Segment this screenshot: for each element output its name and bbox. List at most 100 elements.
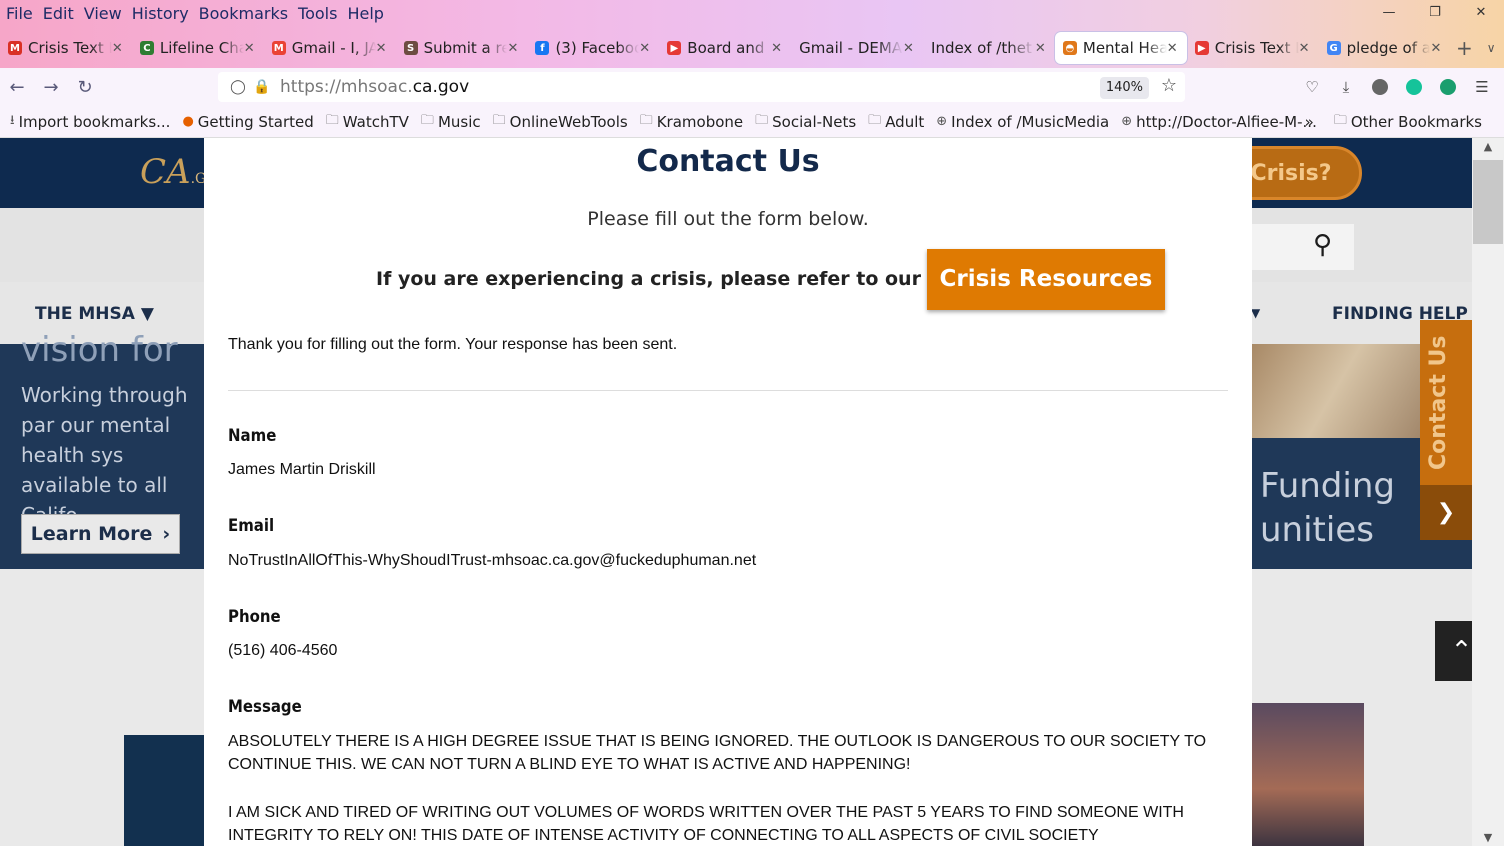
browser-tab[interactable]: C Lifeline Cha ✕ — [132, 32, 264, 64]
scroll-up-icon[interactable]: ▲ — [1472, 140, 1504, 153]
forward-icon[interactable]: → — [34, 77, 68, 98]
browser-tab[interactable]: Gmail - DEMA ✕ — [791, 32, 923, 64]
globe-icon: ⊕ — [936, 114, 948, 129]
browser-tab[interactable]: M Gmail - I, JA ✕ — [264, 32, 396, 64]
tab-favicon-icon: M — [8, 41, 22, 55]
bookmark-item[interactable]: ⊕ Index of /MusicMedia — [936, 113, 1109, 131]
crisis-resources-button[interactable]: Crisis Resources — [926, 248, 1165, 310]
close-tab-icon[interactable]: ✕ — [639, 41, 653, 56]
other-bookmarks[interactable]: 🗀 Other Bookmarks — [1334, 111, 1482, 133]
pocket-icon[interactable]: ♡ — [1300, 76, 1324, 98]
hamburger-menu-icon[interactable]: ☰ — [1470, 76, 1494, 98]
back-to-top-button[interactable]: ⌃ — [1435, 621, 1472, 681]
shield-icon[interactable]: ◯ — [226, 79, 250, 95]
minimize-icon[interactable]: — — [1366, 0, 1412, 26]
divider — [228, 390, 1228, 391]
menu-help[interactable]: Help — [347, 4, 383, 23]
bookmark-label: Import bookmarks... — [18, 112, 171, 131]
close-tab-icon[interactable]: ✕ — [771, 41, 785, 56]
lower-photo — [1252, 703, 1364, 846]
contact-us-side-tab[interactable]: Contact Us ❯ — [1420, 320, 1472, 540]
bookmark-item[interactable]: 🗀 Music — [421, 111, 481, 133]
page-scrollbar[interactable]: ▲ ▼ — [1472, 138, 1504, 846]
vpn-icon[interactable] — [1436, 76, 1460, 98]
search-icon[interactable]: ⚲ — [1313, 230, 1332, 260]
scroll-down-icon[interactable]: ▼ — [1472, 831, 1504, 844]
reload-icon[interactable]: ↻ — [68, 77, 102, 98]
close-window-icon[interactable]: ✕ — [1458, 0, 1504, 26]
close-tab-icon[interactable]: ✕ — [1035, 41, 1049, 56]
chevron-down-icon[interactable]: ▼ — [1251, 306, 1260, 320]
scrollbar-thumb[interactable] — [1473, 160, 1503, 244]
restore-icon[interactable]: ❐ — [1412, 0, 1458, 26]
close-tab-icon[interactable]: ✕ — [376, 41, 390, 56]
close-tab-icon[interactable]: ✕ — [1167, 41, 1181, 56]
tab-favicon-icon: C — [139, 41, 154, 55]
phone-value: (516) 406-4560 — [228, 642, 338, 659]
phone-label: Phone — [228, 607, 281, 627]
close-tab-icon[interactable]: ✕ — [244, 41, 258, 56]
menu-tools[interactable]: Tools — [298, 4, 337, 23]
chevron-right-icon: › — [162, 523, 171, 545]
bookmark-item[interactable]: 🗀 Adult — [868, 111, 924, 133]
bookmark-item[interactable]: 🗀 WatchTV — [326, 111, 409, 133]
browser-tab[interactable]: S Submit a re ✕ — [396, 32, 528, 64]
zoom-level[interactable]: 140% — [1099, 77, 1149, 99]
new-tab-icon[interactable]: + — [1450, 36, 1478, 60]
browser-tab[interactable]: f (3) Faceboo ✕ — [527, 32, 659, 64]
bookmark-item[interactable]: 🗀 Kramobone — [640, 111, 743, 133]
bookmark-item[interactable]: ● Getting Started — [182, 113, 313, 131]
message-paragraph-1: ABSOLUTELY THERE IS A HIGH DEGREE ISSUE … — [228, 733, 1207, 773]
close-tab-icon[interactable]: ✕ — [112, 41, 126, 56]
bookmark-star-icon[interactable]: ☆ — [1161, 75, 1177, 96]
browser-tab[interactable]: Gpledge of a ✕ — [1319, 32, 1451, 64]
lock-icon[interactable]: 🔒 — [250, 79, 274, 95]
tab-title: Mental Hea — [1082, 39, 1167, 57]
menu-bookmarks[interactable]: Bookmarks — [199, 4, 288, 23]
chevron-right-icon[interactable]: ❯ — [1420, 485, 1472, 540]
url-bar[interactable]: ◯ 🔒 https://mhsoac.ca.gov 140% ☆ — [218, 72, 1185, 102]
bookmark-label: Adult — [885, 112, 925, 131]
folder-icon: 🗀 — [868, 112, 882, 128]
menu-view[interactable]: View — [84, 4, 122, 23]
download-icon[interactable]: ⤓ — [1334, 76, 1358, 98]
grammarly-icon[interactable] — [1402, 76, 1426, 98]
back-icon[interactable]: ← — [0, 77, 34, 98]
bookmark-item[interactable]: 🗀 OnlineWebTools — [493, 111, 628, 133]
bookmark-item[interactable]: ⭳ Import bookmarks... — [10, 111, 170, 133]
bookmark-item[interactable]: ⊕ http://Doctor-Alfiee-M-... — [1121, 113, 1317, 131]
bookmark-item[interactable]: 🗀 Social-Nets — [755, 111, 856, 133]
hero-heading: vision for — [21, 330, 178, 370]
import-icon: ⭳ — [10, 112, 15, 128]
close-tab-icon[interactable]: ✕ — [507, 41, 521, 56]
menu-edit[interactable]: Edit — [43, 4, 74, 23]
funding-heading: Funding unities — [1260, 466, 1395, 550]
bookmarks-toolbar: ⭳ Import bookmarks... ● Getting Started 🗀 Wat… — [0, 106, 1504, 138]
browser-tab[interactable]: ▶ Crisis Text L ✕ — [1187, 32, 1319, 64]
site-search-input[interactable] — [1250, 224, 1354, 270]
confirmation-message: Thank you for filling out the form. Your… — [228, 336, 678, 353]
tab-favicon-icon: ▶ — [1194, 41, 1209, 55]
close-tab-icon[interactable]: ✕ — [903, 41, 917, 56]
extension-icon[interactable] — [1368, 76, 1392, 98]
bookmark-label: OnlineWebTools — [509, 112, 628, 131]
folder-icon: 🗀 — [325, 112, 339, 128]
bookmarks-overflow-icon[interactable]: » — [1305, 113, 1314, 131]
menu-file[interactable]: File — [6, 4, 33, 23]
browser-tab[interactable]: ◓ Mental Hea ✕ — [1054, 32, 1187, 64]
learn-more-button[interactable]: Learn More › — [21, 514, 180, 554]
browser-tab[interactable]: M Crisis Text L ✕ — [0, 32, 132, 64]
menu-history[interactable]: History — [132, 4, 189, 23]
bookmark-label: Getting Started — [197, 112, 314, 131]
modal-subtitle: Please fill out the form below. — [587, 208, 869, 230]
nav-the-mhsa[interactable]: THE MHSA ▼ — [35, 304, 154, 324]
url-text[interactable]: https://mhsoac.ca.gov — [280, 77, 469, 97]
close-tab-icon[interactable]: ✕ — [1430, 41, 1444, 56]
browser-tab[interactable]: Index of /thet ✕ — [923, 32, 1055, 64]
tab-list-icon[interactable]: ∨ — [1478, 41, 1504, 55]
browser-tab[interactable]: ▶ Board and ✕ — [659, 32, 791, 64]
email-value: NoTrustInAllOfThis-WhyShoudITrust-mhsoac… — [228, 552, 757, 569]
tab-title: Gmail - DEMA — [799, 39, 903, 57]
close-tab-icon[interactable]: ✕ — [1299, 41, 1313, 56]
name-label: Name — [228, 426, 277, 446]
